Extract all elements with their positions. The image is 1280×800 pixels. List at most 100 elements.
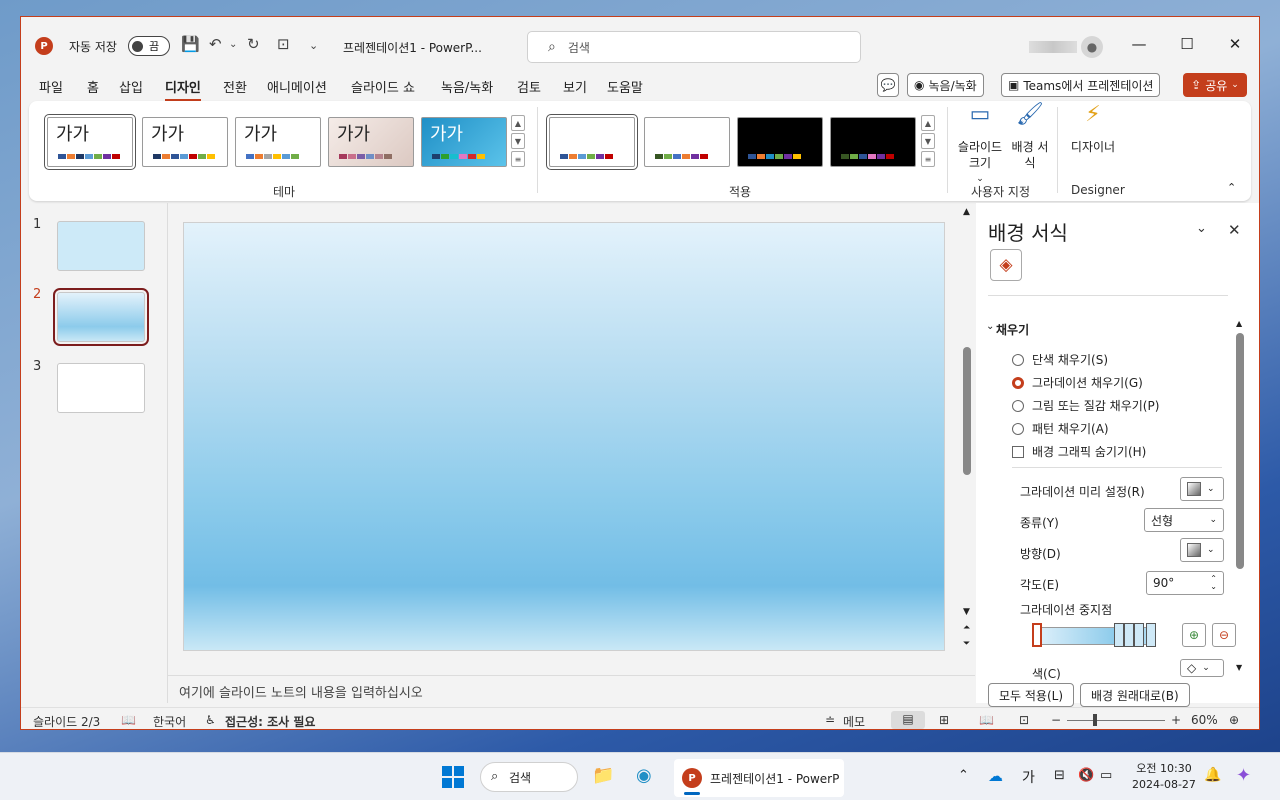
notes-area[interactable]: 여기에 슬라이드 노트의 내용을 입력하십시오 bbox=[167, 675, 975, 707]
share-button[interactable]: ⇪ 공유 ⌄ bbox=[1183, 73, 1247, 97]
ime-indicator[interactable]: 가 bbox=[1022, 767, 1035, 787]
zoom-slider[interactable] bbox=[1067, 720, 1165, 721]
slide-sorter-icon[interactable]: ⊞ bbox=[939, 713, 949, 727]
edge-icon[interactable]: ◉ bbox=[636, 765, 652, 786]
search-input[interactable]: ⌕ 검색 bbox=[527, 31, 861, 63]
apply-all-button[interactable]: 모두 적용(L) bbox=[988, 683, 1075, 707]
slide-scrollbar[interactable]: ▲ ▼ ⏶ ⏷ bbox=[960, 203, 976, 653]
type-dropdown[interactable]: 선형 ⌄ bbox=[1144, 508, 1224, 532]
zoom-slider-thumb[interactable] bbox=[1093, 714, 1097, 726]
hide-graphics-checkbox[interactable]: 배경 그래픽 숨기기(H) bbox=[1012, 443, 1146, 460]
comments-button[interactable]: 💬 bbox=[877, 73, 899, 97]
section-fill-heading[interactable]: 채우기 bbox=[996, 321, 1029, 338]
avatar[interactable]: ● bbox=[1081, 36, 1103, 58]
taskbar-powerpoint[interactable]: P 프레젠테이션1 - PowerP bbox=[674, 759, 844, 797]
tab-record[interactable]: 녹음/녹화 bbox=[441, 77, 493, 96]
preset-dropdown[interactable]: ⌄ bbox=[1180, 477, 1224, 501]
variant-scroll-down-icon[interactable]: ▼ bbox=[921, 133, 935, 149]
scroll-up-icon[interactable]: ▲ bbox=[963, 207, 970, 217]
color-dropdown[interactable]: ◇ ⌄ bbox=[1180, 659, 1224, 677]
minimize-icon[interactable]: — bbox=[1129, 35, 1149, 53]
radio-button[interactable] bbox=[1012, 353, 1024, 366]
designer-button[interactable]: ⚡ 디자이너 bbox=[1065, 104, 1121, 155]
accessibility-status[interactable]: 접근성: 조사 필요 bbox=[225, 713, 315, 729]
slide-canvas[interactable] bbox=[183, 222, 945, 651]
close-icon[interactable]: ✕ bbox=[1225, 35, 1245, 53]
reading-view-icon[interactable]: 📖 bbox=[979, 713, 994, 727]
theme-scroll-up-icon[interactable]: ▲ bbox=[511, 115, 525, 131]
variant-scroll-up-icon[interactable]: ▲ bbox=[921, 115, 935, 131]
tab-design[interactable]: 디자인 bbox=[165, 77, 201, 102]
theme-more-icon[interactable]: ≡ bbox=[511, 151, 525, 167]
radio-button-selected[interactable] bbox=[1012, 376, 1024, 389]
undo-dropdown-icon[interactable]: ⌄ bbox=[229, 39, 237, 50]
tab-insert[interactable]: 삽입 bbox=[119, 77, 143, 96]
slide-size-button[interactable]: ▭ 슬라이드 크기 ⌄ bbox=[955, 104, 1005, 187]
scroll-down-icon[interactable]: ▼ bbox=[963, 607, 970, 617]
volume-icon[interactable]: 🔇 bbox=[1078, 768, 1094, 783]
maximize-icon[interactable]: ☐ bbox=[1177, 35, 1197, 53]
direction-dropdown[interactable]: ⌄ bbox=[1180, 538, 1224, 562]
format-background-button[interactable]: 🖌 배경 서식 bbox=[1009, 104, 1051, 171]
redo-icon[interactable]: ↻ bbox=[247, 35, 260, 53]
gradient-stop-selected[interactable] bbox=[1032, 623, 1042, 647]
notes-toggle[interactable]: 메모 bbox=[843, 713, 865, 729]
radio-button[interactable] bbox=[1012, 422, 1024, 435]
pane-close-icon[interactable]: ✕ bbox=[1228, 221, 1241, 239]
theme-4[interactable]: 가가 bbox=[328, 117, 414, 167]
theme-scroll-down-icon[interactable]: ▼ bbox=[511, 133, 525, 149]
tab-animations[interactable]: 애니메이션 bbox=[267, 77, 327, 96]
add-stop-button[interactable]: ⊕ bbox=[1182, 623, 1206, 647]
tab-slideshow[interactable]: 슬라이드 쇼 bbox=[351, 77, 415, 96]
present-icon[interactable]: ⊡ bbox=[277, 35, 290, 53]
radio-solid-fill[interactable]: 단색 채우기(S) bbox=[1012, 351, 1108, 368]
record-button[interactable]: ◉ 녹음/녹화 bbox=[907, 73, 984, 97]
slide-thumbnail-1[interactable] bbox=[57, 221, 145, 271]
fill-tab-paint-bucket-icon[interactable]: ◈ bbox=[990, 249, 1022, 281]
slide-thumbnail-3[interactable] bbox=[57, 363, 145, 413]
spell-check-icon[interactable]: 📖 bbox=[121, 713, 136, 727]
pane-scroll-thumb[interactable] bbox=[1236, 333, 1244, 569]
tab-help[interactable]: 도움말 bbox=[607, 77, 643, 96]
zoom-out-icon[interactable]: − bbox=[1051, 713, 1061, 727]
zoom-level[interactable]: 60% bbox=[1191, 713, 1218, 727]
undo-icon[interactable]: ↶ bbox=[209, 35, 222, 53]
network-icon[interactable]: ⊟ bbox=[1054, 768, 1065, 783]
radio-pattern-fill[interactable]: 패턴 채우기(A) bbox=[1012, 420, 1109, 437]
scroll-thumb[interactable] bbox=[963, 347, 971, 475]
language-status[interactable]: 한국어 bbox=[153, 713, 186, 729]
start-icon[interactable] bbox=[442, 766, 464, 788]
tab-home[interactable]: 홈 bbox=[87, 77, 99, 96]
next-slide-icon[interactable]: ⏷ bbox=[963, 639, 970, 649]
angle-input[interactable]: 90° ⌃ ⌄ bbox=[1146, 571, 1224, 595]
zoom-in-icon[interactable]: + bbox=[1171, 713, 1181, 727]
notification-bell-icon[interactable]: 🔔 bbox=[1204, 767, 1221, 783]
section-collapse-icon[interactable]: ⌄ bbox=[986, 321, 994, 332]
pane-scroll-up-icon[interactable]: ▲ bbox=[1236, 319, 1242, 328]
notes-icon[interactable]: ≐ bbox=[825, 713, 835, 727]
tab-review[interactable]: 검토 bbox=[517, 77, 541, 96]
previous-slide-icon[interactable]: ⏶ bbox=[963, 623, 970, 633]
remove-stop-button[interactable]: ⊖ bbox=[1212, 623, 1236, 647]
onedrive-icon[interactable]: ☁ bbox=[988, 767, 1003, 785]
variant-more-icon[interactable]: ≡ bbox=[921, 151, 935, 167]
radio-button[interactable] bbox=[1012, 399, 1024, 412]
pane-options-icon[interactable]: ⌄ bbox=[1196, 221, 1207, 236]
gradient-stop[interactable] bbox=[1114, 623, 1124, 647]
checkbox[interactable] bbox=[1012, 445, 1024, 458]
radio-gradient-fill[interactable]: 그라데이션 채우기(G) bbox=[1012, 374, 1143, 391]
customize-toolbar-icon[interactable]: ⌄ bbox=[309, 39, 318, 52]
gradient-stop[interactable] bbox=[1134, 623, 1144, 647]
angle-spinner-icon[interactable]: ⌃ ⌄ bbox=[1210, 575, 1217, 591]
tab-file[interactable]: 파일 bbox=[39, 77, 63, 96]
tab-transitions[interactable]: 전환 bbox=[223, 77, 247, 96]
teams-present-button[interactable]: ▣ Teams에서 프레젠테이션 bbox=[1001, 73, 1161, 97]
battery-icon[interactable]: ▭ bbox=[1100, 768, 1112, 783]
document-title[interactable]: 프레젠테이션1 - PowerP... bbox=[343, 39, 482, 56]
slideshow-icon[interactable]: ⊡ bbox=[1019, 713, 1029, 727]
taskbar-search[interactable]: ⌕ 검색 bbox=[480, 762, 578, 792]
pane-scroll-down-icon[interactable]: ▼ bbox=[1236, 663, 1242, 672]
variant-4[interactable] bbox=[830, 117, 916, 167]
accessibility-icon[interactable]: ♿ bbox=[205, 713, 216, 727]
gradient-stop[interactable] bbox=[1146, 623, 1156, 647]
